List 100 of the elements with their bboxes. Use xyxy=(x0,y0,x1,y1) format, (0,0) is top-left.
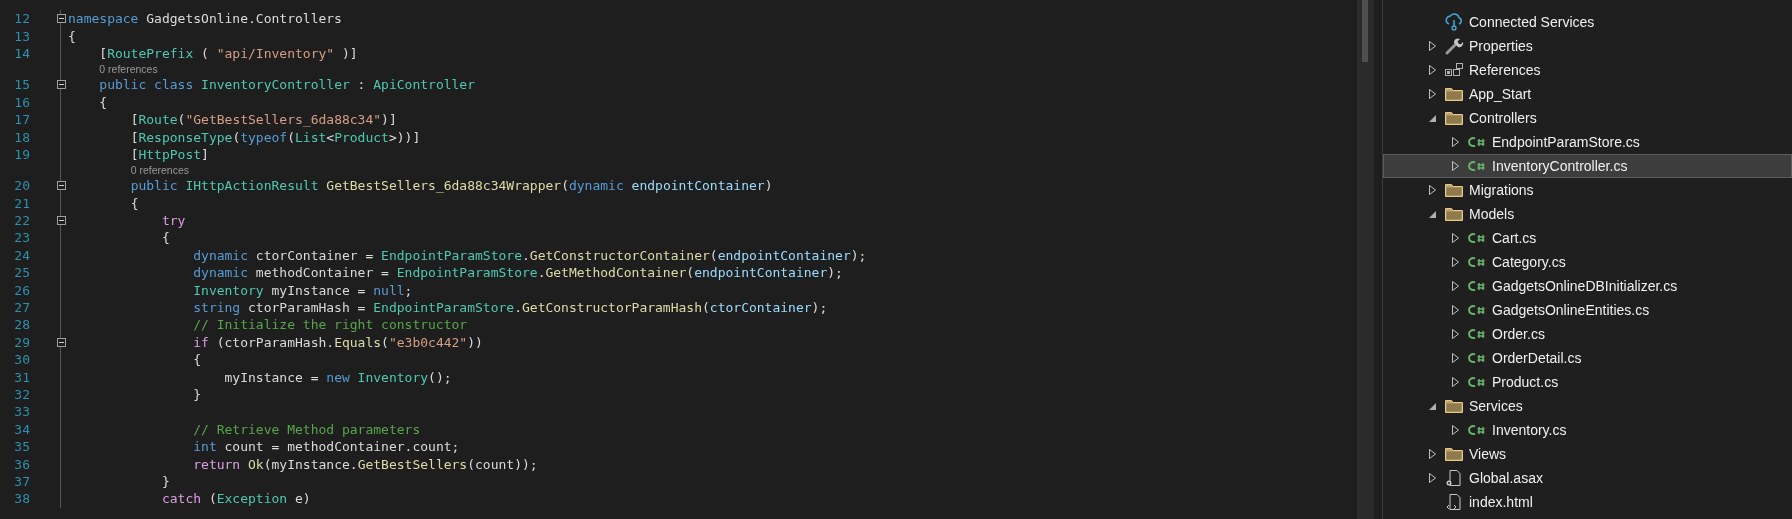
tree-item[interactable]: GadgetsOnlineDBInitializer.cs xyxy=(1383,274,1792,298)
collapse-icon[interactable] xyxy=(57,337,66,347)
expander-icon[interactable] xyxy=(1451,424,1460,436)
tree-item[interactable]: GadgetsOnlineEntities.cs xyxy=(1383,298,1792,322)
code-line: string ctorParamHash = EndpointParamStore.GetConstructorParamHash(ctorContainer); xyxy=(193,299,828,317)
cloud-icon xyxy=(1444,13,1464,31)
collapse-icon[interactable] xyxy=(57,216,66,226)
expander-icon[interactable] xyxy=(1428,448,1437,460)
tree-item[interactable]: index.html xyxy=(1383,490,1792,514)
code-line: catch (Exception e) xyxy=(161,490,311,508)
expander-icon[interactable] xyxy=(1451,232,1460,244)
scroll-thumb[interactable] xyxy=(1362,0,1368,62)
tree-item[interactable]: Inventory.cs xyxy=(1383,418,1792,442)
code-line: [ResponseType(typeof(List<Product>))] xyxy=(130,128,421,146)
line-number: 14 xyxy=(13,45,30,61)
code-line: namespace GadgetsOnline.Controllers xyxy=(68,10,342,28)
tree-item[interactable]: App_Start xyxy=(1383,82,1792,106)
tree-item[interactable]: Global.asax xyxy=(1383,466,1792,490)
tree-item[interactable]: Views xyxy=(1383,442,1792,466)
line-number: 27 xyxy=(13,300,30,316)
tree-item[interactable]: InventoryController.cs xyxy=(1383,154,1792,178)
expander-icon[interactable] xyxy=(1451,376,1460,388)
code-line: { xyxy=(161,229,170,247)
folder-icon xyxy=(1444,109,1464,127)
html-file-icon xyxy=(1444,493,1464,511)
expander-icon[interactable] xyxy=(1428,472,1437,484)
tree-item[interactable]: References xyxy=(1383,58,1792,82)
references-link[interactable]: 0 references xyxy=(99,62,158,76)
tree-item[interactable]: Controllers xyxy=(1383,106,1792,130)
line-number: 24 xyxy=(13,247,30,263)
line-number: 28 xyxy=(13,317,30,333)
tree-item[interactable]: Category.cs xyxy=(1383,250,1792,274)
folder-icon xyxy=(1444,181,1464,199)
code-line: dynamic methodContainer = EndpointParamStore.GetMethodContainer(endpointContainer); xyxy=(193,264,843,282)
code-line: } xyxy=(161,472,170,490)
line-number: 20 xyxy=(13,178,30,194)
references-icon xyxy=(1444,61,1464,79)
line-number: 17 xyxy=(13,112,30,128)
line-number: 18 xyxy=(13,129,30,145)
line-number: 34 xyxy=(13,421,30,437)
code-line: { xyxy=(130,194,139,212)
code-line: public IHttpActionResult GetBestSellers_6da88c34Wrapper(dynamic endpointContainer) xyxy=(130,177,773,195)
expander-icon[interactable] xyxy=(1451,328,1460,340)
code-line: // Retrieve Method parameters xyxy=(193,420,421,438)
line-number: 35 xyxy=(13,439,30,455)
tree-item[interactable]: Migrations xyxy=(1383,178,1792,202)
collapse-icon[interactable] xyxy=(57,181,66,191)
tree-item[interactable]: Connected Services xyxy=(1383,10,1792,34)
references-link[interactable]: 0 references xyxy=(130,163,189,177)
line-number: 37 xyxy=(13,473,30,489)
tree-item[interactable]: Order.cs xyxy=(1383,322,1792,346)
code-line: try xyxy=(161,212,186,230)
tree-item[interactable]: EndpointParamStore.cs xyxy=(1383,130,1792,154)
code-line: Inventory myInstance = null; xyxy=(193,281,413,299)
line-number: 12 xyxy=(13,11,30,27)
folder-icon xyxy=(1444,85,1464,103)
folder-icon xyxy=(1444,397,1464,415)
tree-item[interactable]: Services xyxy=(1383,394,1792,418)
expander-icon[interactable] xyxy=(1451,352,1460,364)
collapse-icon[interactable] xyxy=(57,80,66,90)
code-line: dynamic ctorContainer = EndpointParamStore.GetConstructorContainer(endpointContainer); xyxy=(193,246,867,264)
code-line: { xyxy=(193,351,202,369)
code-line: if (ctorParamHash.Equals("e3b0c442")) xyxy=(193,333,483,351)
code-line: } xyxy=(193,386,202,403)
line-number: 15 xyxy=(13,77,30,93)
line-number: 36 xyxy=(13,456,30,472)
line-number: 33 xyxy=(13,404,30,420)
code-line: [RoutePrefix ( "api/Inventory" )] xyxy=(99,44,358,62)
expander-icon[interactable] xyxy=(1428,64,1437,76)
line-number: 29 xyxy=(13,334,30,350)
line-number: 26 xyxy=(13,282,30,298)
tree-item[interactable]: Properties xyxy=(1383,34,1792,58)
tree-item[interactable]: Models xyxy=(1383,202,1792,226)
line-number: 32 xyxy=(13,387,30,402)
code-line: // Initialize the right constructor xyxy=(193,316,468,334)
line-number: 21 xyxy=(13,195,30,211)
line-number: 31 xyxy=(13,369,30,385)
tree-item[interactable]: OrderDetail.cs xyxy=(1383,346,1792,370)
code-line: { xyxy=(68,27,76,45)
expander-icon[interactable] xyxy=(1451,160,1460,172)
line-number: 23 xyxy=(13,230,30,246)
code-line: int count = methodContainer.count; xyxy=(193,438,460,456)
expander-icon[interactable] xyxy=(1451,280,1460,292)
expander-icon[interactable] xyxy=(1428,88,1437,100)
expander-icon[interactable] xyxy=(1451,136,1460,148)
line-number: 19 xyxy=(13,146,30,162)
line-number: 16 xyxy=(13,94,30,110)
gear-file-icon xyxy=(1444,469,1464,487)
code-line: { xyxy=(99,93,108,111)
line-number: 30 xyxy=(13,352,30,368)
folder-icon xyxy=(1444,445,1464,463)
tree-item[interactable]: Cart.cs xyxy=(1383,226,1792,250)
expander-icon[interactable] xyxy=(1428,184,1437,196)
tree-item[interactable]: Product.cs xyxy=(1383,370,1792,394)
collapse-icon[interactable] xyxy=(57,14,66,24)
expander-icon[interactable] xyxy=(1451,304,1460,316)
expander-icon[interactable] xyxy=(1428,40,1437,52)
code-line: public class InventoryController : ApiController xyxy=(99,76,476,94)
line-number: 22 xyxy=(13,213,30,229)
expander-icon[interactable] xyxy=(1451,256,1460,268)
